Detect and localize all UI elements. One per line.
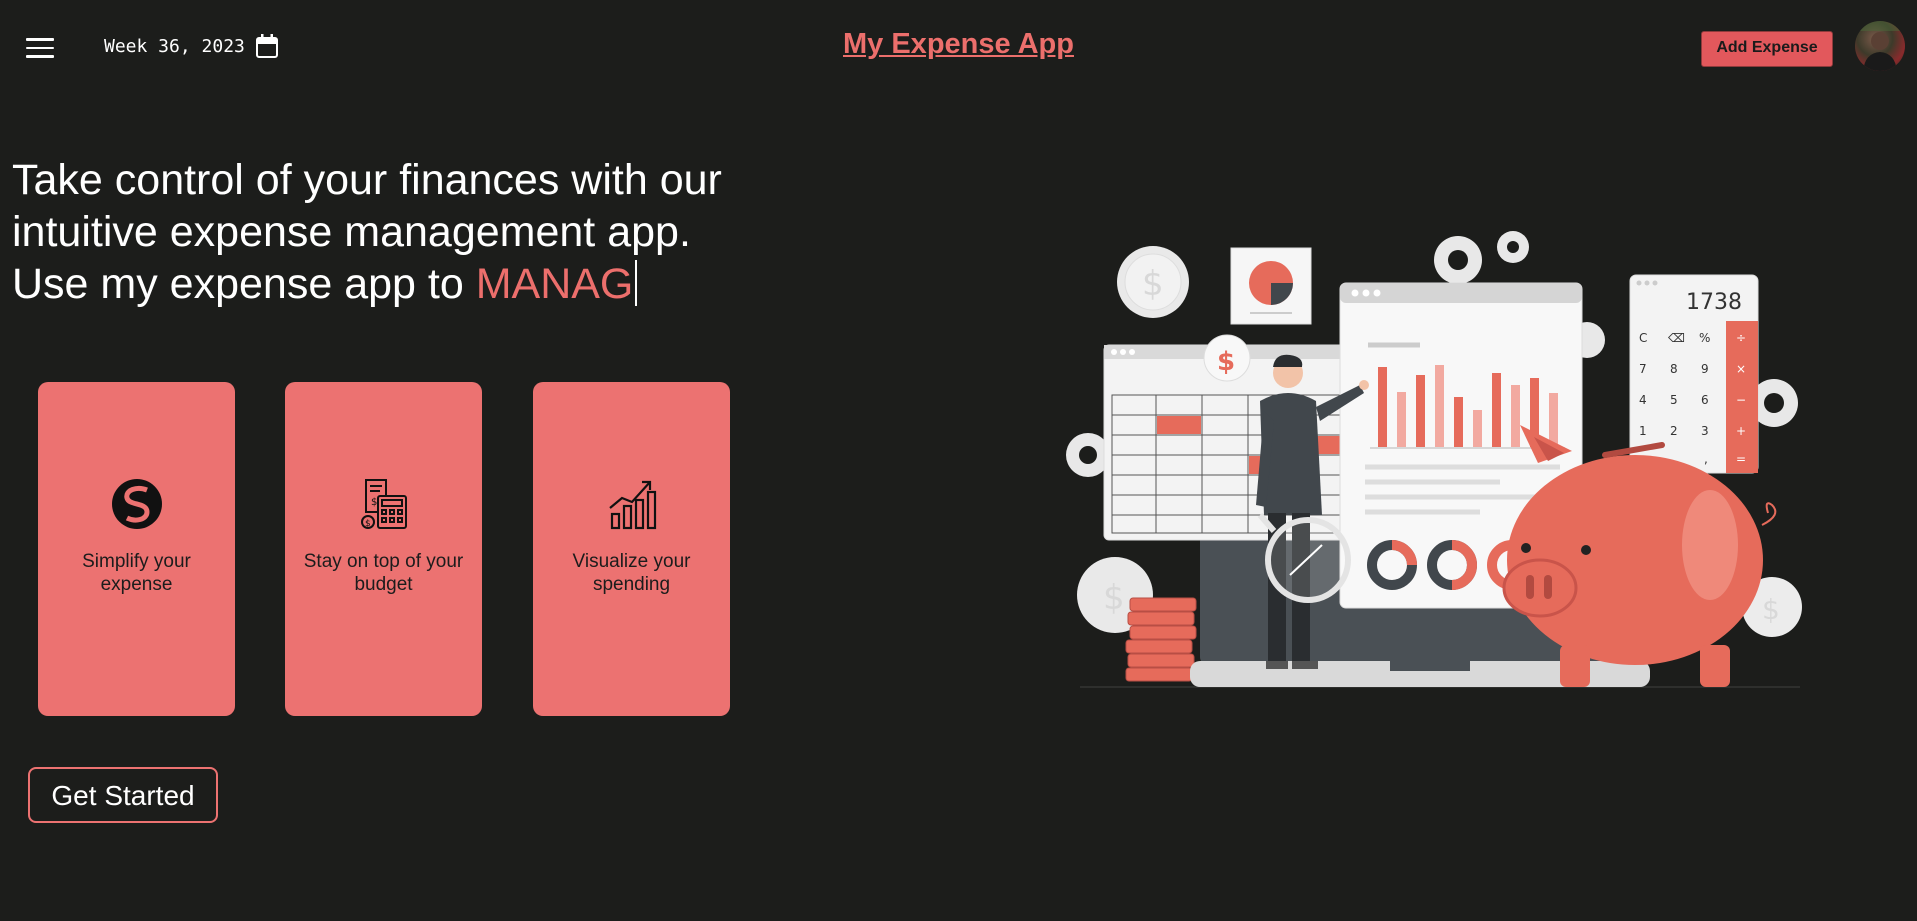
calc-key: +	[1736, 424, 1746, 438]
feature-card-visualize: Visualize your spending	[533, 382, 730, 716]
get-started-button[interactable]: Get Started	[28, 767, 218, 823]
coin-stack	[1125, 597, 1197, 682]
hero-line-3: Use my expense app to MANAG	[12, 258, 812, 310]
feature-card-simplify: Simplify your expense	[38, 382, 235, 716]
svg-text:$: $	[371, 497, 377, 508]
finance-illustration: $ $ $ $ 1738 C ⌫ % ÷ 7 8 9 × 4 5 6 − 1 2…	[1066, 231, 1802, 688]
feature-card-label: Simplify your expense	[82, 551, 191, 595]
calc-key: 7	[1639, 362, 1647, 376]
typed-word: MANAG	[475, 260, 634, 308]
top-bar: Week 36, 2023 My Expense App Add Expense	[0, 0, 1917, 96]
calc-key: ÷	[1736, 331, 1746, 345]
calculator: 1738 C ⌫ % ÷ 7 8 9 × 4 5 6 − 1 2 3 + , =	[1629, 274, 1759, 474]
hero-heading: Take control of your finances with our i…	[12, 154, 812, 310]
bubble-dollar-text: $	[1217, 347, 1235, 377]
calc-key: −	[1736, 393, 1746, 407]
coin-dollar-text: $	[1762, 593, 1780, 626]
calc-key: ,	[1704, 452, 1708, 466]
feature-card-label: Visualize your spending	[572, 551, 691, 595]
calc-key: 2	[1670, 424, 1678, 438]
calc-key: 3	[1701, 424, 1709, 438]
hero-line-2: intuitive expense management app.	[12, 208, 691, 256]
hero-line-3-prefix: Use my expense app to	[12, 260, 476, 308]
svg-text:$: $	[365, 519, 371, 529]
pie-chart-card	[1230, 247, 1312, 325]
calc-key: ×	[1736, 362, 1746, 376]
calculator-receipt-icon: $ $	[285, 478, 482, 530]
feature-card-budget: $ $ Stay on top of your budget	[285, 382, 482, 716]
dollar-bubble: $	[1203, 334, 1251, 382]
calc-key: C	[1639, 331, 1647, 345]
calc-key: 4	[1639, 393, 1647, 407]
coin-dollar-text: $	[1142, 264, 1164, 304]
typing-caret	[635, 260, 638, 306]
hero-line-1: Take control of your finances with our	[12, 156, 722, 204]
calc-key: =	[1736, 452, 1746, 466]
calc-key: 8	[1670, 362, 1678, 376]
calc-key: 1	[1639, 424, 1647, 438]
app-title-link[interactable]: My Expense App	[0, 28, 1917, 61]
coin-dollar-text: $	[1103, 578, 1125, 618]
calculator-display: 1738	[1686, 290, 1742, 315]
calc-key: ⌫	[1667, 331, 1685, 345]
calc-key: %	[1699, 331, 1710, 345]
calc-key: 6	[1701, 393, 1709, 407]
growth-chart-icon	[533, 478, 730, 530]
user-avatar[interactable]	[1855, 21, 1905, 71]
feature-card-label: Stay on top of your budget	[303, 551, 464, 595]
add-expense-button[interactable]: Add Expense	[1701, 31, 1833, 67]
calc-key: 5	[1670, 393, 1678, 407]
simplify-s-icon	[38, 478, 235, 530]
calc-key: 9	[1701, 362, 1709, 376]
